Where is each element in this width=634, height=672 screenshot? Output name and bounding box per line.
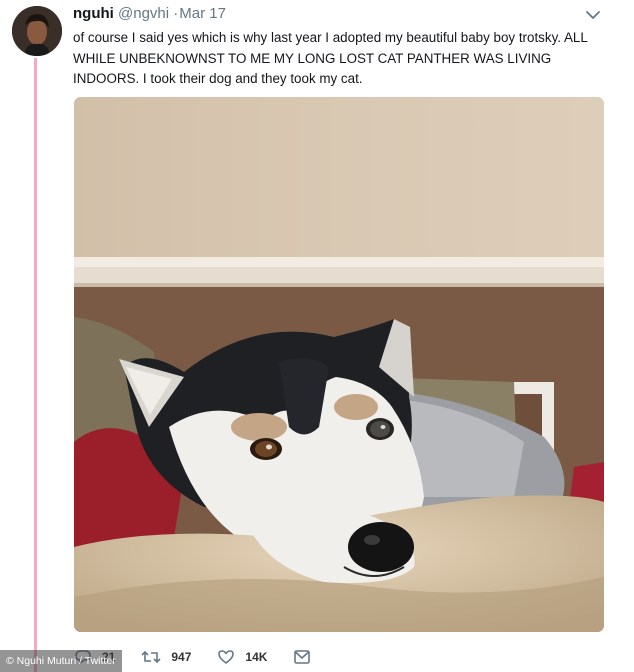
like-icon bbox=[218, 650, 235, 664]
retweet-button[interactable]: 947 bbox=[141, 649, 191, 665]
tweet-photo[interactable] bbox=[74, 97, 604, 632]
chevron-down-icon[interactable] bbox=[585, 8, 601, 22]
tweet-timestamp[interactable]: Mar 17 bbox=[179, 5, 226, 22]
author-name[interactable]: nguhi bbox=[73, 5, 114, 22]
photo-credit: © Nguhi Muturi / Twitter bbox=[0, 650, 122, 672]
like-count: 14K bbox=[245, 650, 268, 664]
message-icon bbox=[294, 650, 311, 664]
tweet-text: of course I said yes which is why last y… bbox=[73, 30, 588, 86]
separator-dot: · bbox=[173, 5, 179, 22]
retweet-count: 947 bbox=[171, 650, 192, 664]
like-button[interactable]: 14K bbox=[217, 649, 267, 665]
thread-line bbox=[34, 58, 37, 672]
retweet-icon bbox=[141, 650, 161, 664]
message-button[interactable] bbox=[293, 649, 321, 665]
author-handle[interactable]: @ngvhi bbox=[118, 5, 169, 22]
tweet-header: nguhi @ngvhi ·Mar 17 bbox=[73, 5, 226, 23]
avatar[interactable] bbox=[12, 6, 62, 56]
